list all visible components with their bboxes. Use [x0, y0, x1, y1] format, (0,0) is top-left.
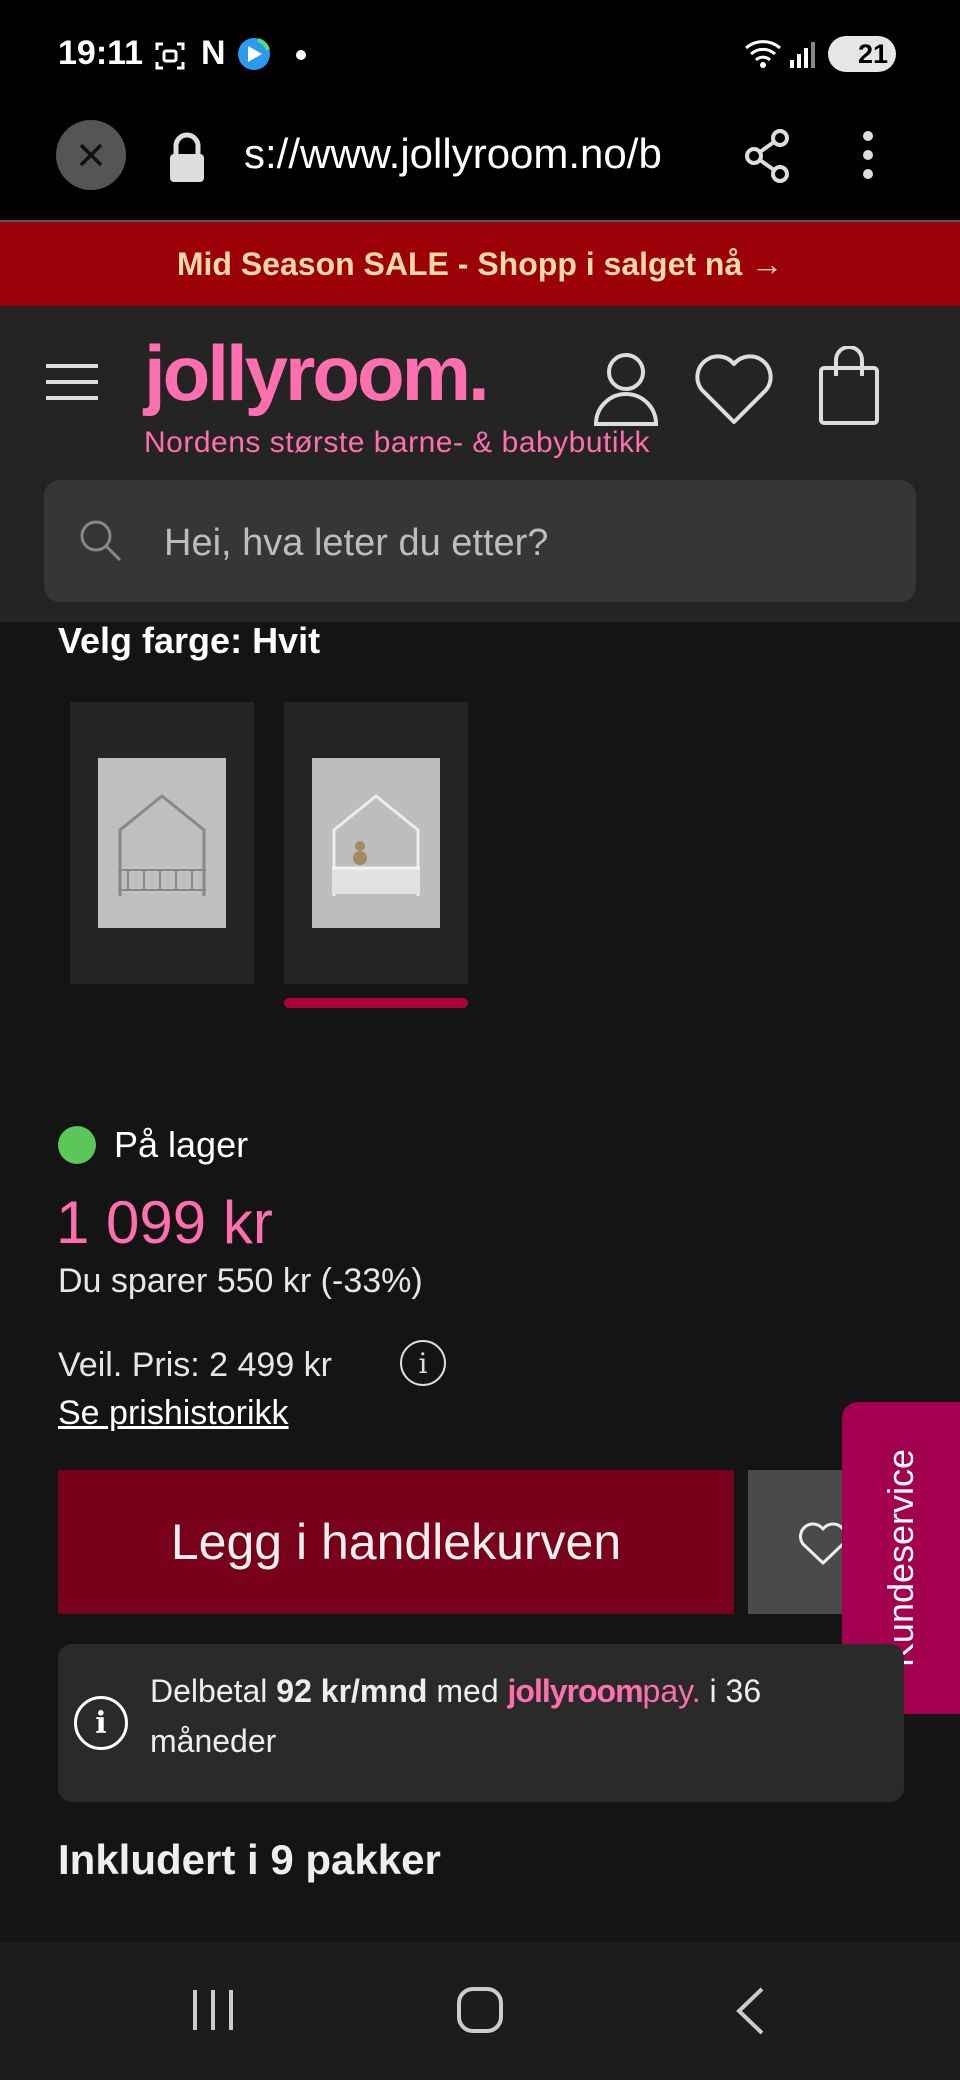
stock-status: På lager	[114, 1124, 249, 1165]
color-swatch-grey[interactable]	[70, 702, 254, 984]
recent-apps-icon[interactable]	[190, 1988, 236, 2032]
close-icon	[79, 143, 103, 167]
system-nav-bar	[0, 1942, 960, 2080]
search-input[interactable]: Hei, hva leter du etter?	[44, 480, 916, 602]
product-price: 1 099 kr	[56, 1189, 273, 1256]
lock-icon	[166, 132, 208, 184]
status-bar: 19:11 N 21	[0, 0, 960, 112]
wishlist-icon[interactable]	[694, 352, 774, 426]
price-info-symbol: i	[418, 1346, 428, 1380]
site-header: jollyroom. Nordens største barne- & baby…	[0, 306, 960, 622]
installment-amount: 92 kr/mnd	[276, 1673, 428, 1709]
netflix-icon: N	[201, 34, 226, 72]
share-icon[interactable]	[742, 128, 792, 184]
signal-icon	[788, 40, 816, 70]
wifi-icon	[744, 38, 784, 70]
status-time: 19:11	[58, 34, 144, 72]
in-stock-dot-icon	[58, 1126, 96, 1164]
selected-swatch-indicator	[284, 998, 468, 1008]
site-logo[interactable]: jollyroom.	[144, 328, 490, 419]
installment-info-box: i Delbetal 92 kr/mnd med jollyroompay. i…	[58, 1644, 904, 1802]
installment-text: Delbetal 92 kr/mnd med jollyroompay. i 3…	[150, 1666, 870, 1766]
installment-prefix: Delbetal	[150, 1673, 277, 1709]
battery-level: 21	[857, 38, 888, 69]
battery-indicator: 21	[828, 36, 896, 72]
search-placeholder: Hei, hva leter du etter?	[164, 522, 549, 564]
menu-icon[interactable]	[44, 362, 100, 402]
account-icon[interactable]	[592, 350, 660, 426]
info-icon: i	[74, 1696, 128, 1750]
sale-banner[interactable]: Mid Season SALE - Shopp i salget nå →	[0, 222, 960, 306]
notification-dot-icon	[296, 50, 306, 60]
screenshot-icon	[154, 40, 186, 72]
home-icon[interactable]	[456, 1986, 504, 2034]
packages-heading: Inkludert i 9 pakker	[58, 1836, 441, 1883]
recommended-price: Veil. Pris: 2 499 kr	[58, 1346, 333, 1384]
price-history-link[interactable]: Se prishistorikk	[58, 1394, 289, 1433]
color-swatch-white[interactable]	[284, 702, 468, 984]
jollyroompay-logo-suffix: pay.	[642, 1673, 701, 1709]
browser-toolbar: s://www.jollyroom.no/b	[0, 112, 960, 222]
cart-icon[interactable]	[818, 346, 880, 426]
heart-icon	[798, 1522, 848, 1566]
url-bar[interactable]: s://www.jollyroom.no/b	[244, 130, 700, 178]
site-tagline: Nordens største barne- & babybutikk	[144, 426, 651, 459]
sale-banner-text: Mid Season SALE - Shopp i salget nå →	[176, 245, 784, 282]
color-label: Velg farge: Hvit	[58, 620, 321, 661]
app-notification-icon	[236, 36, 272, 72]
white-house-bed-image	[312, 758, 440, 928]
more-options-icon[interactable]	[862, 130, 874, 180]
back-icon[interactable]	[734, 1986, 766, 2036]
price-info-icon[interactable]: i	[400, 1340, 446, 1386]
add-to-cart-label: Legg i handlekurven	[170, 1514, 622, 1570]
close-tab-button[interactable]	[56, 120, 126, 190]
installment-med: med	[427, 1673, 508, 1709]
savings-text: Du sparer 550 kr (-33%)	[58, 1262, 423, 1300]
search-icon	[78, 518, 124, 564]
add-to-cart-button[interactable]: Legg i handlekurven	[58, 1470, 734, 1614]
jollyroompay-logo: jollyroom	[507, 1673, 644, 1709]
grey-house-bed-image	[98, 758, 226, 928]
